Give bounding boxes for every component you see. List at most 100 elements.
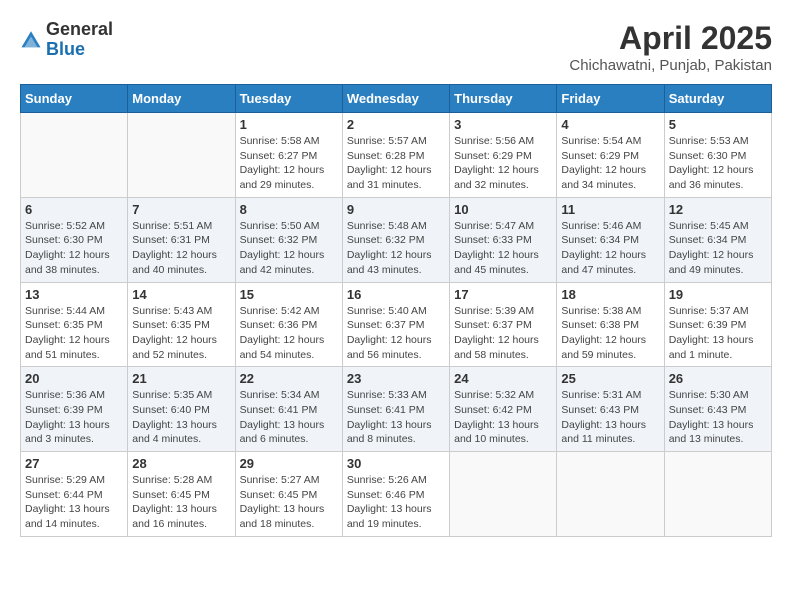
cell-date: 23 [347, 371, 445, 386]
logo-text: General Blue [46, 20, 113, 60]
calendar-cell: 13Sunrise: 5:44 AMSunset: 6:35 PMDayligh… [21, 282, 128, 367]
calendar-cell: 19 Sunrise: 5:37 AMSunset: 6:39 PMDayligh… [664, 282, 771, 367]
cell-info: Sunrise: 5:33 AMSunset: 6:41 PMDaylight:… [347, 388, 445, 447]
week-row-5: 27 Sunrise: 5:29 AMSunset: 6:44 PMDayligh… [21, 452, 772, 537]
calendar-cell: 5 Sunrise: 5:53 AMSunset: 6:30 PMDaylight… [664, 113, 771, 198]
calendar-cell: 22Sunrise: 5:34 AMSunset: 6:41 PMDayligh… [235, 367, 342, 452]
calendar-cell: 9 Sunrise: 5:48 AMSunset: 6:32 PMDaylight… [342, 197, 449, 282]
cell-date: 20 [25, 371, 123, 386]
calendar-cell: 24 Sunrise: 5:32 AMSunset: 6:42 PMDayligh… [450, 367, 557, 452]
day-header-monday: Monday [128, 85, 235, 113]
cell-info: Sunrise: 5:30 AMSunset: 6:43 PMDaylight:… [669, 388, 767, 447]
calendar-body: 1 Sunrise: 5:58 AMSunset: 6:27 PMDaylight… [21, 113, 772, 537]
cell-date: 29 [240, 456, 338, 471]
cell-date: 28 [132, 456, 230, 471]
cell-info: Sunrise: 5:52 AMSunset: 6:30 PMDaylight:… [25, 219, 123, 278]
calendar-cell: 2 Sunrise: 5:57 AMSunset: 6:28 PMDaylight… [342, 113, 449, 198]
calendar-cell: 15Sunrise: 5:42 AMSunset: 6:36 PMDayligh… [235, 282, 342, 367]
cell-info: Sunrise: 5:44 AMSunset: 6:35 PMDaylight:… [25, 304, 123, 363]
cell-date: 16 [347, 287, 445, 302]
calendar-table: SundayMondayTuesdayWednesdayThursdayFrid… [20, 84, 772, 537]
day-header-friday: Friday [557, 85, 664, 113]
logo-blue: Blue [46, 39, 85, 59]
header-row: SundayMondayTuesdayWednesdayThursdayFrid… [21, 85, 772, 113]
calendar-cell: 16Sunrise: 5:40 AMSunset: 6:37 PMDayligh… [342, 282, 449, 367]
cell-date: 25 [561, 371, 659, 386]
week-row-3: 13Sunrise: 5:44 AMSunset: 6:35 PMDayligh… [21, 282, 772, 367]
cell-info: Sunrise: 5:26 AMSunset: 6:46 PMDaylight:… [347, 473, 445, 532]
subtitle: Chichawatni, Punjab, Pakistan [569, 57, 772, 74]
calendar-cell: 23 Sunrise: 5:33 AMSunset: 6:41 PMDayligh… [342, 367, 449, 452]
cell-date: 18 [561, 287, 659, 302]
cell-date: 4 [561, 117, 659, 132]
cell-date: 24 [454, 371, 552, 386]
calendar-header: SundayMondayTuesdayWednesdayThursdayFrid… [21, 85, 772, 113]
cell-info: Sunrise: 5:48 AMSunset: 6:32 PMDaylight:… [347, 219, 445, 278]
calendar-cell: 4Sunrise: 5:54 AMSunset: 6:29 PMDaylight… [557, 113, 664, 198]
cell-date: 6 [25, 202, 123, 217]
calendar-cell: 7Sunrise: 5:51 AMSunset: 6:31 PMDaylight… [128, 197, 235, 282]
cell-date: 17 [454, 287, 552, 302]
calendar-cell: 12Sunrise: 5:45 AMSunset: 6:34 PMDayligh… [664, 197, 771, 282]
cell-info: Sunrise: 5:27 AMSunset: 6:45 PMDaylight:… [240, 473, 338, 532]
cell-info: Sunrise: 5:56 AMSunset: 6:29 PMDaylight:… [454, 134, 552, 193]
cell-date: 10 [454, 202, 552, 217]
cell-date: 9 [347, 202, 445, 217]
cell-info: Sunrise: 5:28 AMSunset: 6:45 PMDaylight:… [132, 473, 230, 532]
calendar-cell: 17 Sunrise: 5:39 AMSunset: 6:37 PMDayligh… [450, 282, 557, 367]
cell-info: Sunrise: 5:46 AMSunset: 6:34 PMDaylight:… [561, 219, 659, 278]
cell-info: Sunrise: 5:34 AMSunset: 6:41 PMDaylight:… [240, 388, 338, 447]
calendar-cell: 6 Sunrise: 5:52 AMSunset: 6:30 PMDaylight… [21, 197, 128, 282]
cell-info: Sunrise: 5:58 AMSunset: 6:27 PMDaylight:… [240, 134, 338, 193]
calendar-cell [664, 452, 771, 537]
calendar-cell: 28 Sunrise: 5:28 AMSunset: 6:45 PMDayligh… [128, 452, 235, 537]
cell-date: 11 [561, 202, 659, 217]
cell-date: 26 [669, 371, 767, 386]
header: General Blue April 2025 Chichawatni, Pun… [20, 20, 772, 74]
cell-date: 5 [669, 117, 767, 132]
cell-date: 15 [240, 287, 338, 302]
calendar-cell: 20 Sunrise: 5:36 AMSunset: 6:39 PMDayligh… [21, 367, 128, 452]
day-header-sunday: Sunday [21, 85, 128, 113]
cell-info: Sunrise: 5:35 AMSunset: 6:40 PMDaylight:… [132, 388, 230, 447]
week-row-4: 20 Sunrise: 5:36 AMSunset: 6:39 PMDayligh… [21, 367, 772, 452]
calendar-cell: 8 Sunrise: 5:50 AMSunset: 6:32 PMDaylight… [235, 197, 342, 282]
calendar-cell [21, 113, 128, 198]
cell-date: 27 [25, 456, 123, 471]
cell-info: Sunrise: 5:57 AMSunset: 6:28 PMDaylight:… [347, 134, 445, 193]
cell-info: Sunrise: 5:50 AMSunset: 6:32 PMDaylight:… [240, 219, 338, 278]
logo: General Blue [20, 20, 113, 60]
main-title: April 2025 [569, 20, 772, 57]
cell-date: 30 [347, 456, 445, 471]
calendar-cell: 14Sunrise: 5:43 AMSunset: 6:35 PMDayligh… [128, 282, 235, 367]
calendar-cell [128, 113, 235, 198]
calendar-cell: 3 Sunrise: 5:56 AMSunset: 6:29 PMDaylight… [450, 113, 557, 198]
cell-info: Sunrise: 5:31 AMSunset: 6:43 PMDaylight:… [561, 388, 659, 447]
calendar-cell: 30 Sunrise: 5:26 AMSunset: 6:46 PMDayligh… [342, 452, 449, 537]
logo-general: General [46, 19, 113, 39]
cell-info: Sunrise: 5:39 AMSunset: 6:37 PMDaylight:… [454, 304, 552, 363]
cell-date: 3 [454, 117, 552, 132]
cell-info: Sunrise: 5:29 AMSunset: 6:44 PMDaylight:… [25, 473, 123, 532]
cell-info: Sunrise: 5:51 AMSunset: 6:31 PMDaylight:… [132, 219, 230, 278]
cell-date: 8 [240, 202, 338, 217]
cell-info: Sunrise: 5:38 AMSunset: 6:38 PMDaylight:… [561, 304, 659, 363]
day-header-tuesday: Tuesday [235, 85, 342, 113]
calendar-cell [450, 452, 557, 537]
calendar-cell: 21Sunrise: 5:35 AMSunset: 6:40 PMDayligh… [128, 367, 235, 452]
calendar-cell: 26 Sunrise: 5:30 AMSunset: 6:43 PMDayligh… [664, 367, 771, 452]
cell-info: Sunrise: 5:36 AMSunset: 6:39 PMDaylight:… [25, 388, 123, 447]
calendar-cell: 18 Sunrise: 5:38 AMSunset: 6:38 PMDayligh… [557, 282, 664, 367]
calendar-cell: 27 Sunrise: 5:29 AMSunset: 6:44 PMDayligh… [21, 452, 128, 537]
cell-date: 19 [669, 287, 767, 302]
calendar-cell: 1 Sunrise: 5:58 AMSunset: 6:27 PMDaylight… [235, 113, 342, 198]
calendar-cell: 29 Sunrise: 5:27 AMSunset: 6:45 PMDayligh… [235, 452, 342, 537]
cell-date: 14 [132, 287, 230, 302]
cell-date: 2 [347, 117, 445, 132]
calendar-cell: 10Sunrise: 5:47 AMSunset: 6:33 PMDayligh… [450, 197, 557, 282]
cell-info: Sunrise: 5:32 AMSunset: 6:42 PMDaylight:… [454, 388, 552, 447]
cell-info: Sunrise: 5:37 AMSunset: 6:39 PMDaylight:… [669, 304, 767, 363]
day-header-wednesday: Wednesday [342, 85, 449, 113]
cell-date: 1 [240, 117, 338, 132]
cell-info: Sunrise: 5:53 AMSunset: 6:30 PMDaylight:… [669, 134, 767, 193]
